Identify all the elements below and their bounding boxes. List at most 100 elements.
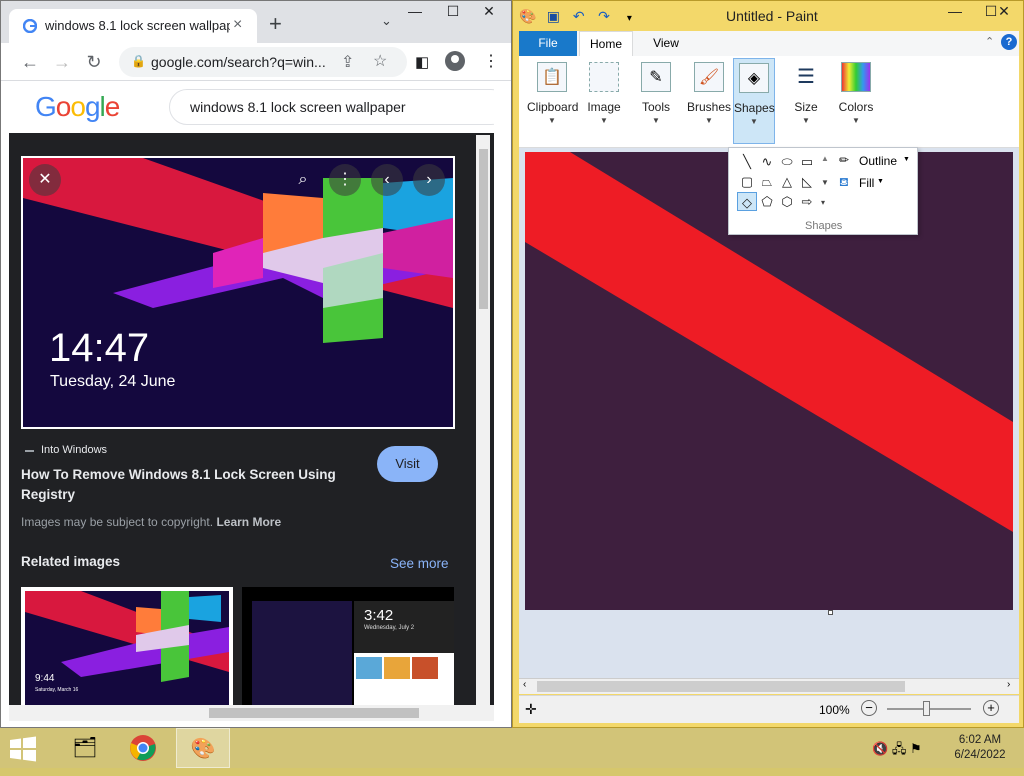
action-center-icon[interactable]: ⚑: [910, 741, 922, 756]
customize-qat-icon[interactable]: ▾: [620, 10, 638, 28]
tab-view[interactable]: View: [641, 31, 691, 56]
network-icon[interactable]: 🖧: [892, 741, 907, 756]
new-tab-icon[interactable]: +: [269, 11, 282, 37]
gallery-down-icon[interactable]: ▼: [821, 178, 829, 187]
diamond-shape-icon[interactable]: ◇: [737, 192, 757, 211]
minimize-icon[interactable]: —: [397, 3, 433, 25]
scrollbar-thumb[interactable]: [479, 149, 488, 309]
tools-group[interactable]: ✎ Tools ▼: [631, 58, 681, 144]
thumb2-panel: [252, 601, 352, 705]
polygon-shape-icon[interactable]: ⏢: [757, 172, 777, 191]
save-icon[interactable]: ▣: [544, 7, 562, 25]
image-preview[interactable]: ✕ ⌕ ⋮ ‹ › 14:47 Tuesday, 24 June: [21, 156, 455, 429]
size-group[interactable]: ☰ Size ▼: [781, 58, 831, 144]
google-logo[interactable]: Google: [35, 91, 120, 123]
scrollbar-thumb[interactable]: [537, 681, 905, 692]
result-source[interactable]: Into Windows: [41, 444, 107, 456]
outline-button[interactable]: Outline: [859, 154, 897, 168]
gallery-expand-icon[interactable]: ▾: [821, 198, 825, 207]
clipboard-group[interactable]: 📋 Clipboard ▼: [527, 58, 578, 144]
colors-group[interactable]: Colors ▼: [831, 58, 881, 144]
hexagon-shape-icon[interactable]: ⬡: [777, 192, 797, 211]
tab-search-icon[interactable]: ⌄: [381, 13, 392, 29]
related-image-thumbnail[interactable]: 9:44 Saturday, March 16: [21, 587, 233, 705]
close-preview-icon[interactable]: ✕: [29, 164, 61, 196]
scroll-right-icon[interactable]: ›: [1007, 679, 1010, 690]
scroll-left-icon[interactable]: ‹: [523, 679, 526, 690]
zoom-out-icon[interactable]: −: [861, 700, 877, 716]
right-triangle-shape-icon[interactable]: ◺: [797, 172, 817, 191]
canvas-horizontal-scrollbar[interactable]: ‹ ›: [519, 678, 1019, 694]
thumb2-time: 3:42: [364, 607, 394, 624]
curve-shape-icon[interactable]: ∿: [757, 152, 777, 171]
chrome-taskbar-icon[interactable]: [116, 728, 170, 768]
collapse-ribbon-icon[interactable]: ⌃: [985, 35, 994, 48]
undo-icon[interactable]: ↶: [570, 7, 588, 25]
back-icon[interactable]: ←: [19, 51, 41, 73]
tab-home[interactable]: Home: [579, 31, 633, 56]
search-input[interactable]: windows 8.1 lock screen wallpaper: [169, 89, 494, 125]
volume-muted-icon[interactable]: 🔇: [872, 741, 888, 756]
next-image-icon[interactable]: ›: [413, 164, 445, 196]
address-bar[interactable]: 🔒 google.com/search?q=win... ⇪ ☆: [119, 47, 407, 77]
related-image-thumbnail[interactable]: 3:42 Wednesday, July 2: [242, 587, 454, 705]
right-arrow-shape-icon[interactable]: ⇨: [797, 192, 817, 211]
url-text[interactable]: google.com/search?q=win...: [151, 54, 331, 70]
lock-icon[interactable]: 🔒: [131, 54, 146, 68]
browser-tab[interactable]: windows 8.1 lock screen wallpap ×: [9, 9, 257, 43]
clock-date: 6/24/2022: [954, 749, 1006, 761]
maximize-icon[interactable]: ☐: [435, 3, 471, 25]
tools-label: Tools: [641, 100, 670, 114]
visit-button[interactable]: Visit: [377, 446, 438, 482]
bookmark-star-icon[interactable]: ☆: [373, 51, 387, 71]
image-group[interactable]: Image ▼: [579, 58, 629, 144]
lens-search-icon[interactable]: ⌕: [287, 164, 319, 196]
brushes-group[interactable]: 🖌 Brushes ▼: [683, 58, 735, 144]
taskbar-clock[interactable]: 6:02 AM 6/24/2022: [940, 733, 1020, 763]
colors-icon: [841, 62, 871, 92]
profile-avatar-icon[interactable]: [445, 51, 465, 71]
file-explorer-icon[interactable]: 🗂: [58, 728, 112, 768]
minimize-icon[interactable]: —: [937, 3, 973, 25]
fill-button[interactable]: Fill: [859, 176, 874, 190]
cursor-position-icon: ✛: [525, 701, 537, 717]
side-panel-icon[interactable]: ◧: [415, 53, 429, 71]
paint-taskbar-icon[interactable]: 🎨: [176, 728, 230, 768]
triangle-shape-icon[interactable]: △: [777, 172, 797, 191]
forward-icon[interactable]: →: [51, 51, 73, 73]
result-title-link[interactable]: How To Remove Windows 8.1 Lock Screen Us…: [21, 465, 361, 505]
shapes-group[interactable]: ◈ Shapes ▼: [733, 58, 775, 144]
help-icon[interactable]: ?: [1001, 34, 1017, 50]
zoom-slider-thumb[interactable]: [923, 701, 930, 716]
see-more-link[interactable]: See more: [390, 556, 449, 571]
tab-title: windows 8.1 lock screen wallpap: [45, 18, 230, 33]
thumb1-time: 9:44: [35, 673, 55, 684]
line-shape-icon[interactable]: ╲: [737, 152, 757, 171]
oval-shape-icon[interactable]: ⬭: [777, 152, 797, 171]
start-windows-icon[interactable]: [8, 736, 38, 762]
tab-file[interactable]: File: [519, 31, 577, 56]
rounded-rectangle-shape-icon[interactable]: ▢: [737, 172, 757, 191]
rectangle-shape-icon[interactable]: ▭: [797, 152, 817, 171]
gallery-up-icon[interactable]: ▲: [821, 154, 829, 163]
close-window-icon[interactable]: ✕: [471, 3, 507, 25]
close-window-icon[interactable]: ✕: [989, 3, 1019, 25]
pentagon-shape-icon[interactable]: ⬠: [757, 192, 777, 211]
search-query-text[interactable]: windows 8.1 lock screen wallpaper: [190, 99, 406, 115]
reload-icon[interactable]: ↻: [83, 51, 105, 73]
chrome-logo: [130, 735, 156, 761]
paint-app-icon[interactable]: 🎨: [519, 7, 537, 25]
share-icon[interactable]: ⇪: [341, 52, 354, 72]
zoom-in-icon[interactable]: +: [983, 700, 999, 716]
horizontal-scrollbar[interactable]: [9, 705, 494, 721]
previous-image-icon[interactable]: ‹: [371, 164, 403, 196]
vertical-scrollbar[interactable]: [476, 135, 490, 705]
scrollbar-thumb[interactable]: [209, 708, 419, 718]
browser-toolbar: ← → ↻ 🔒 google.com/search?q=win... ⇪ ☆: [1, 43, 511, 81]
redo-icon[interactable]: ↷: [595, 7, 613, 25]
tab-close-icon[interactable]: ×: [233, 16, 242, 34]
more-options-icon[interactable]: ⋮: [329, 164, 361, 196]
learn-more-link[interactable]: Learn More: [216, 515, 281, 529]
canvas-resize-handle[interactable]: [828, 610, 833, 615]
chrome-menu-icon[interactable]: ⋮: [483, 51, 499, 71]
